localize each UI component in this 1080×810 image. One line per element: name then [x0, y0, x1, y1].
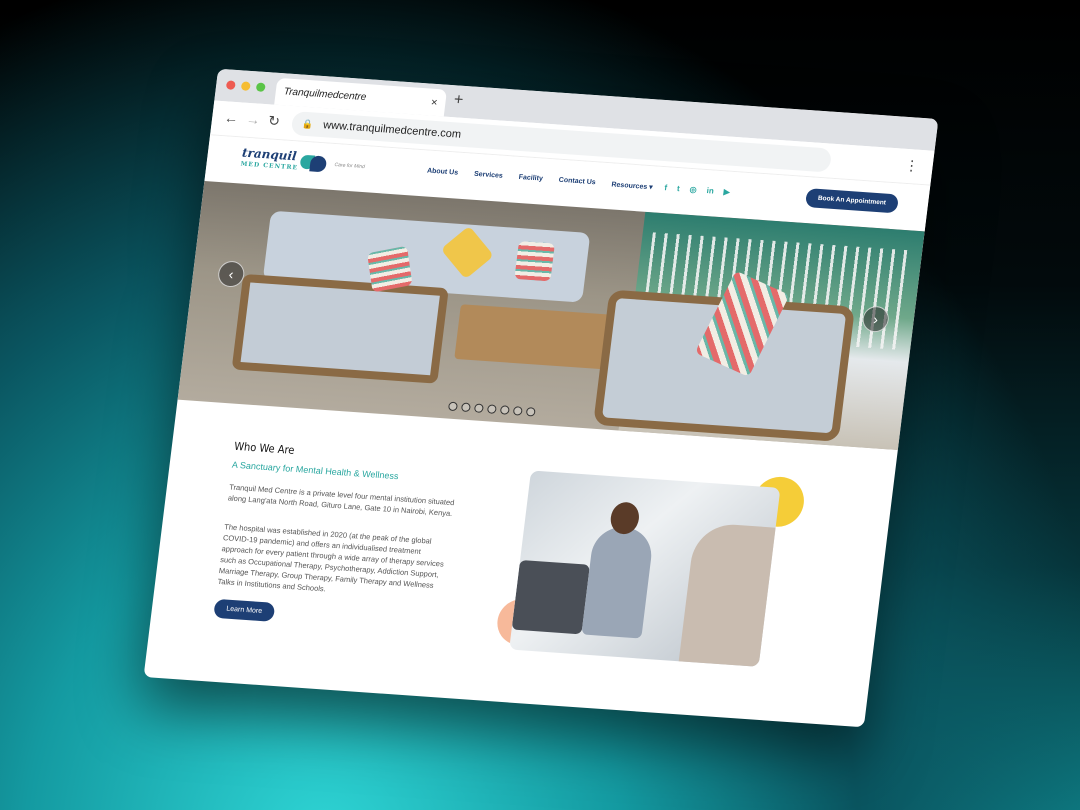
history-paragraph: The hospital was established in 2020 (at…	[217, 522, 445, 594]
logo-word: tranquil MED CENTRE	[240, 146, 300, 174]
section-subtitle: A Sanctuary for Mental Health & Wellness	[231, 459, 400, 482]
photo-foreground	[677, 522, 781, 667]
hero-coffee-table	[454, 304, 611, 370]
hero-pillow-striped	[367, 245, 413, 293]
tab-close-icon[interactable]: ×	[430, 96, 438, 108]
lock-icon: 🔒	[301, 118, 314, 129]
hero-armchair-left	[231, 273, 449, 384]
waiting-room-photo	[509, 470, 781, 667]
carousel-indicators	[447, 401, 536, 417]
forward-button[interactable]: →	[245, 111, 261, 128]
tab-title: Tranquilmedcentre	[283, 86, 367, 104]
linkedin-icon[interactable]: in	[706, 186, 714, 195]
nav-facility[interactable]: Facility	[518, 174, 543, 184]
carousel-dot[interactable]	[460, 402, 471, 413]
intro-paragraph: Tranquil Med Centre is a private level f…	[227, 482, 455, 519]
youtube-icon[interactable]: ▶	[723, 187, 730, 196]
minimize-window-button[interactable]	[240, 81, 251, 91]
twitter-icon[interactable]: t	[677, 184, 681, 193]
carousel-dot[interactable]	[473, 403, 484, 413]
maximize-window-button[interactable]	[255, 82, 266, 92]
browser-menu-icon[interactable]: ⋮	[904, 157, 920, 175]
carousel-dot[interactable]	[486, 404, 497, 414]
nav-resources[interactable]: Resources ▾	[611, 180, 653, 191]
section-heading: Who We Are	[233, 439, 296, 457]
carousel-dot[interactable]	[525, 407, 536, 417]
carousel-dot[interactable]	[499, 405, 510, 415]
nav-services[interactable]: Services	[473, 171, 504, 181]
window-controls	[225, 80, 266, 92]
back-button[interactable]: ←	[223, 109, 239, 126]
learn-more-button[interactable]: Learn More	[213, 598, 276, 622]
browser-window: Tranquilmedcentre × + ← → ↻ 🔒 www.tranqu…	[143, 68, 939, 728]
nav-contact-us[interactable]: Contact Us	[558, 177, 596, 188]
photo-chairs	[511, 559, 590, 635]
logo-tagline: Care for Mind	[334, 162, 366, 171]
stage: Tranquilmedcentre × + ← → ↻ 🔒 www.tranqu…	[0, 0, 1080, 810]
instagram-icon[interactable]: ◎	[689, 185, 697, 194]
photo-person	[581, 525, 655, 639]
who-we-are-section: Who We Are A Sanctuary for Mental Health…	[146, 400, 898, 709]
carousel-dot[interactable]	[447, 401, 458, 412]
nav-about-us[interactable]: About Us	[426, 168, 459, 178]
logo-mark-icon	[299, 154, 328, 173]
close-window-button[interactable]	[225, 80, 236, 90]
site-logo[interactable]: tranquil MED CENTRE Care for Mind	[240, 146, 366, 178]
url-text: www.tranquilmedcentre.com	[322, 119, 462, 141]
social-links: f t ◎ in ▶	[664, 183, 731, 197]
carousel-dot[interactable]	[512, 406, 523, 416]
main-nav: About Us Services Facility Contact Us Re…	[426, 168, 653, 192]
reload-button[interactable]: ↻	[267, 112, 281, 130]
facebook-icon[interactable]: f	[664, 183, 668, 192]
book-appointment-button[interactable]: Book An Appointment	[804, 188, 900, 214]
new-tab-button[interactable]: +	[453, 91, 464, 110]
hero-pillow-striped	[514, 241, 555, 282]
